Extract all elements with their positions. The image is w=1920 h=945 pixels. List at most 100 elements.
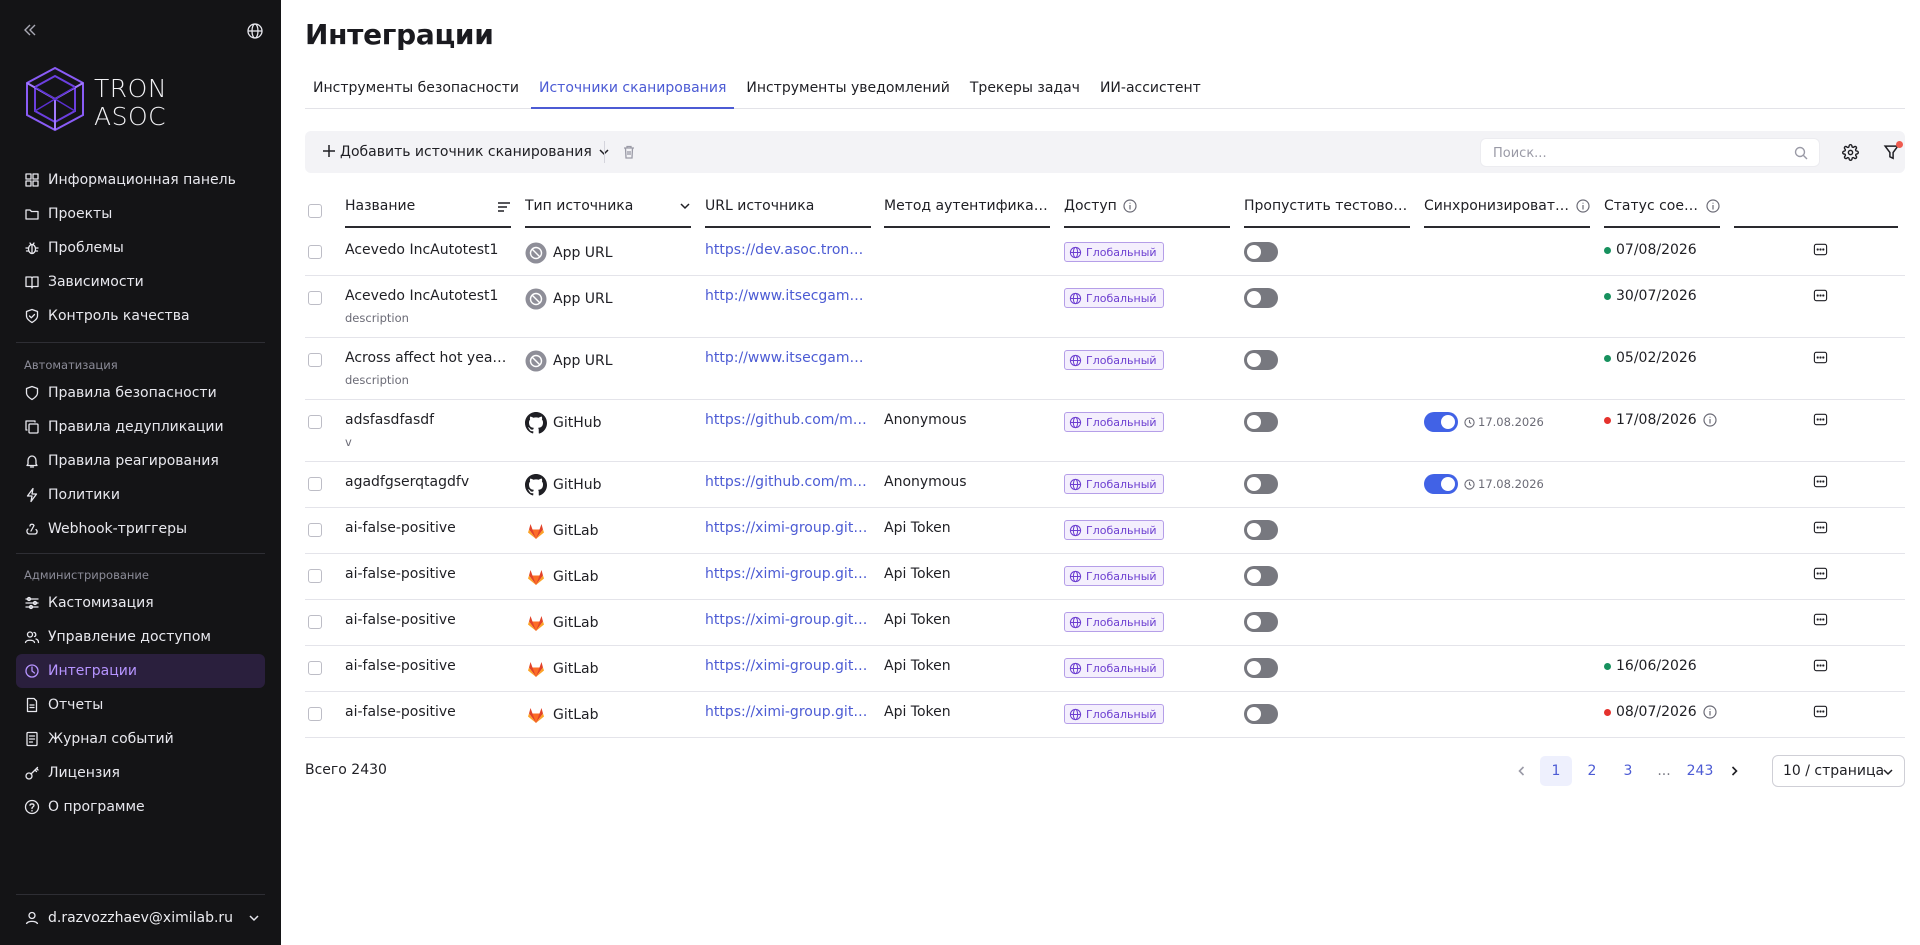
chevron-down-icon[interactable] (679, 200, 691, 212)
sidebar-item-dashboard[interactable]: Информационная панель (16, 163, 265, 197)
source-url-link[interactable]: https://ximi-group.gitlab... (705, 704, 869, 720)
skip-test-toggle[interactable] (1244, 612, 1278, 632)
info-icon[interactable] (1703, 413, 1717, 427)
table-row[interactable]: ai-false-positive GitLab https://ximi-grou… (305, 600, 1905, 646)
table-row[interactable]: ai-false-positive GitLab https://ximi-grou… (305, 646, 1905, 692)
user-menu[interactable]: d.razvozzhaev@ximilab.ru (16, 901, 265, 935)
info-icon[interactable] (1123, 199, 1137, 213)
add-scan-source-button[interactable]: Добавить источник сканирования (322, 141, 610, 163)
skip-test-toggle[interactable] (1244, 704, 1278, 724)
sort-icon[interactable] (497, 200, 511, 214)
more-actions-icon[interactable] (1813, 350, 1828, 365)
table-row[interactable]: ai-false-positive GitLab https://ximi-grou… (305, 508, 1905, 554)
sidebar-item-users[interactable]: Управление доступом (16, 620, 265, 654)
info-icon[interactable] (1576, 199, 1590, 213)
skip-test-toggle[interactable] (1244, 350, 1278, 370)
sidebar-item-shield-check[interactable]: Контроль качества (16, 299, 265, 333)
source-url-link[interactable]: https://github.com/my-o... (705, 412, 869, 428)
tron-asoc-logo[interactable]: TRON ASOC (24, 66, 224, 132)
source-url-link[interactable]: https://github.com/my-o... (705, 474, 869, 490)
sync-toggle[interactable] (1424, 474, 1458, 494)
tab-1[interactable]: Источники сканирования (531, 76, 735, 109)
row-checkbox[interactable] (308, 523, 322, 537)
sidebar-item-integrations[interactable]: Интеграции (16, 654, 265, 688)
sidebar-item-folder[interactable]: Проекты (16, 197, 265, 231)
tab-4[interactable]: ИИ-ассистент (1092, 76, 1209, 109)
row-checkbox[interactable] (308, 569, 322, 583)
page-button[interactable]: 2 (1576, 756, 1608, 786)
more-actions-icon[interactable] (1813, 242, 1828, 257)
row-checkbox[interactable] (308, 615, 322, 629)
tab-2[interactable]: Инструменты уведомлений (738, 76, 958, 109)
sidebar-item-bell[interactable]: Правила реагирования (16, 444, 265, 478)
sidebar-item-report[interactable]: Отчеты (16, 688, 265, 722)
info-icon[interactable] (1703, 705, 1717, 719)
row-checkbox[interactable] (308, 415, 322, 429)
delete-trash-icon[interactable] (621, 144, 637, 160)
sidebar-item-copy[interactable]: Правила дедупликации (16, 410, 265, 444)
sidebar-item-help[interactable]: О программе (16, 790, 265, 824)
table-row[interactable]: Across affect hot year c... description Ap… (305, 338, 1905, 400)
sidebar-item-key[interactable]: Лицензия (16, 756, 265, 790)
more-actions-icon[interactable] (1813, 288, 1828, 303)
table-row[interactable]: ai-false-positive GitLab https://ximi-grou… (305, 692, 1905, 738)
row-checkbox[interactable] (308, 353, 322, 367)
info-icon[interactable] (1706, 199, 1720, 213)
source-url-link[interactable]: https://dev.asoc.tronaso... (705, 242, 869, 258)
sidebar-item-sliders[interactable]: Кастомизация (16, 586, 265, 620)
more-actions-icon[interactable] (1813, 612, 1828, 627)
skip-test-toggle[interactable] (1244, 566, 1278, 586)
source-url-link[interactable]: https://ximi-group.gitlab... (705, 658, 869, 674)
sidebar-item-book[interactable]: Зависимости (16, 265, 265, 299)
source-url-link[interactable]: http://www.itsecgames.... (705, 350, 869, 366)
table-row[interactable]: adsfasdfasdf v GitHub https://github.com/my… (305, 400, 1905, 462)
row-checkbox[interactable] (308, 477, 322, 491)
page-size-select[interactable]: 10 / страница (1772, 755, 1905, 787)
more-actions-icon[interactable] (1813, 520, 1828, 535)
skip-test-toggle[interactable] (1244, 412, 1278, 432)
row-checkbox[interactable] (308, 661, 322, 675)
source-url-link[interactable]: https://ximi-group.gitlab... (705, 566, 869, 582)
search-icon[interactable] (1793, 145, 1809, 161)
skip-test-toggle[interactable] (1244, 288, 1278, 308)
sidebar-item-shield[interactable]: Правила безопасности (16, 376, 265, 410)
more-actions-icon[interactable] (1813, 704, 1828, 719)
column-source-type[interactable]: Тип источника (525, 198, 691, 228)
row-checkbox[interactable] (308, 291, 322, 305)
tab-0[interactable]: Инструменты безопасности (305, 76, 527, 109)
table-row[interactable]: ai-false-positive GitLab https://ximi-grou… (305, 554, 1905, 600)
sidebar-item-bolt[interactable]: Политики (16, 478, 265, 512)
table-row[interactable]: agadfgserqtagdfv GitHub https://github.com… (305, 462, 1905, 508)
tab-3[interactable]: Трекеры задач (962, 76, 1088, 109)
column-name[interactable]: Название (345, 198, 511, 228)
more-actions-icon[interactable] (1813, 658, 1828, 673)
skip-test-toggle[interactable] (1244, 242, 1278, 262)
collapse-sidebar-icon[interactable] (22, 22, 42, 42)
source-url-link[interactable]: https://ximi-group.gitlab... (705, 520, 869, 536)
search-input[interactable] (1493, 144, 1783, 162)
sidebar-item-journal[interactable]: Журнал событий (16, 722, 265, 756)
source-url-link[interactable]: http://www.itsecgames.... (705, 288, 869, 304)
page-button[interactable]: 1 (1540, 756, 1572, 786)
page-button[interactable]: 243 (1684, 756, 1716, 786)
settings-gear-icon[interactable] (1842, 144, 1859, 161)
table-row[interactable]: Acevedo IncAutotest1 description App URL ht… (305, 276, 1905, 338)
row-checkbox[interactable] (308, 707, 322, 721)
more-actions-icon[interactable] (1813, 412, 1828, 427)
table-row[interactable]: Acevedo IncAutotest1 App URL https://dev.a… (305, 230, 1905, 276)
skip-test-toggle[interactable] (1244, 658, 1278, 678)
skip-test-toggle[interactable] (1244, 520, 1278, 540)
select-all-checkbox[interactable] (308, 204, 322, 218)
page-button[interactable]: 3 (1612, 756, 1644, 786)
sidebar-item-bug[interactable]: Проблемы (16, 231, 265, 265)
more-actions-icon[interactable] (1813, 474, 1828, 489)
skip-test-toggle[interactable] (1244, 474, 1278, 494)
source-url-link[interactable]: https://ximi-group.gitlab... (705, 612, 869, 628)
more-actions-icon[interactable] (1813, 566, 1828, 581)
filter-icon[interactable] (1883, 141, 1903, 161)
prev-page-chevron-icon[interactable] (1508, 756, 1536, 786)
language-globe-icon[interactable] (246, 22, 264, 40)
sidebar-item-webhook[interactable]: Webhook-триггеры (16, 512, 265, 546)
row-checkbox[interactable] (308, 245, 322, 259)
next-page-chevron-icon[interactable] (1720, 756, 1748, 786)
